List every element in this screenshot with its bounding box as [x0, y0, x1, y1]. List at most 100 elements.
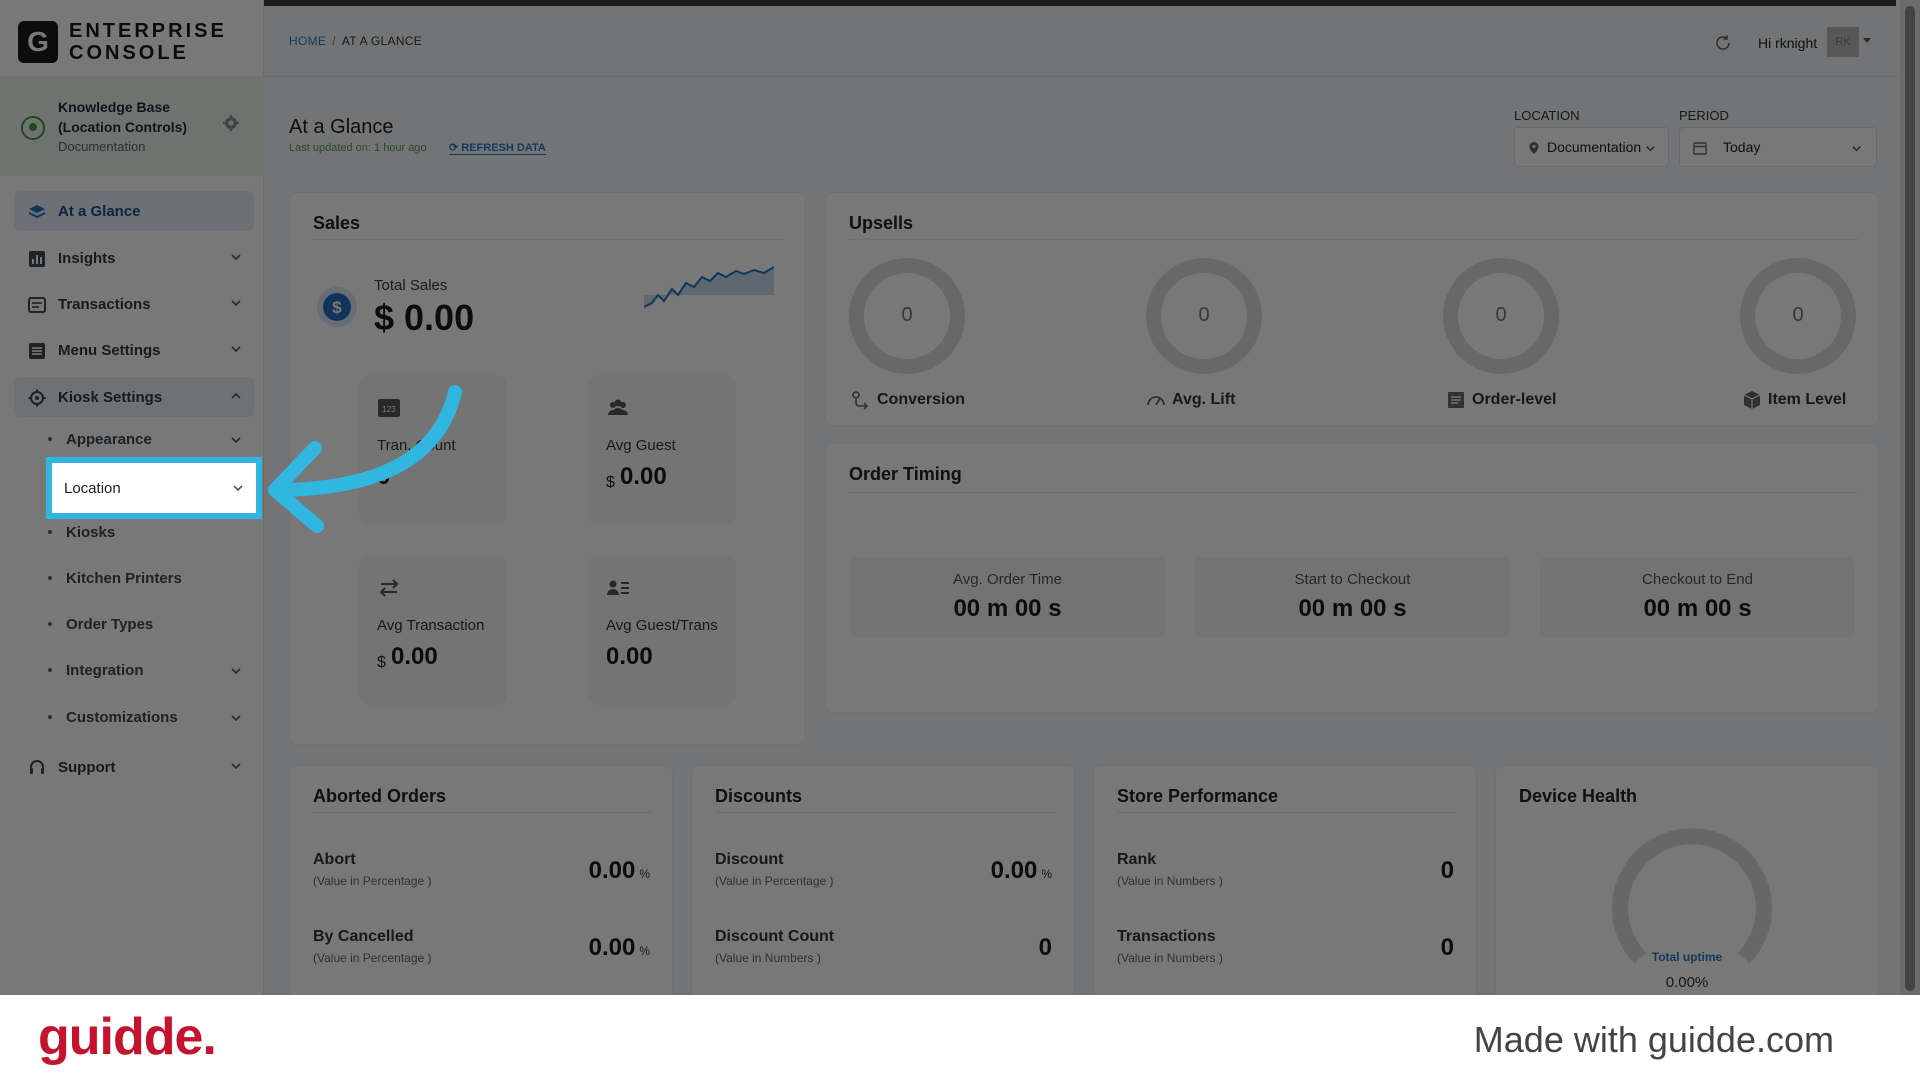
chevron-down-icon [231, 437, 241, 444]
sidebar-item-label: Insights [58, 250, 116, 267]
gear-icon [28, 389, 46, 407]
sidebar-item-kiosk-settings[interactable]: Kiosk Settings [14, 377, 254, 417]
knowledge-base-title: Knowledge Base (Location Controls) [58, 99, 188, 135]
item-level-value: 0 [1792, 304, 1804, 326]
box-icon [1743, 391, 1761, 409]
users-icon [608, 399, 628, 415]
period-filter-label: PERIOD [1679, 108, 1729, 123]
row-label: Transactions [1117, 928, 1216, 945]
refresh-icon: ⟳ [449, 142, 462, 154]
conversion-value: 0 [901, 304, 913, 326]
sidebar-subitem-integration[interactable]: Integration [46, 654, 254, 688]
sidebar-subitem-label: Location [64, 480, 121, 497]
sidebar-item-menu-settings[interactable]: Menu Settings [14, 330, 254, 370]
timing-label: Start to Checkout [1294, 571, 1411, 588]
page-scrollbar[interactable] [1900, 0, 1920, 995]
store-performance-title: Store Performance [1117, 786, 1279, 806]
period-select[interactable]: Today [1679, 127, 1877, 167]
row-value: 0.00% [589, 934, 650, 962]
order-level-label: Order-level [1472, 391, 1557, 408]
sidebar-subitem-label: Order Types [66, 616, 154, 633]
conversion-icon [852, 391, 869, 410]
row-label: Abort [313, 851, 356, 868]
breadcrumb-separator: / [332, 34, 336, 48]
location-pin-icon [21, 116, 45, 140]
sidebar-item-insights[interactable]: Insights [14, 238, 254, 278]
refresh-data-label: REFRESH DATA [461, 142, 546, 154]
logo-line-2: CONSOLE [69, 42, 189, 64]
caret-down-icon[interactable] [1863, 38, 1871, 43]
speedometer-icon [1147, 396, 1165, 406]
row-value-number: 0 [1038, 934, 1052, 961]
chevron-down-icon [233, 485, 243, 492]
sidebar-subitem-appearance[interactable]: Appearance [46, 423, 254, 457]
headset-icon [30, 760, 44, 774]
row-value: 0.00% [589, 857, 650, 885]
row-value: 0 [1441, 934, 1454, 962]
bullet [48, 576, 52, 580]
sidebar-item-support[interactable]: Support [14, 747, 254, 787]
divider [313, 239, 785, 240]
menu-icon [29, 343, 45, 359]
timing-start-to-checkout: Start to Checkout 00 m 00 s [1195, 557, 1510, 637]
row-sub: (Value in Percentage ) [313, 951, 432, 965]
metric-value: 0.00 [391, 643, 438, 670]
chevron-down-icon [231, 763, 241, 770]
avatar[interactable]: RK [1827, 27, 1859, 57]
metric-label: Avg Transaction [377, 617, 485, 634]
logo-mark: G [18, 21, 58, 63]
refresh-icon[interactable] [1714, 34, 1732, 52]
row-value-unit: % [1041, 867, 1052, 881]
bullet [48, 622, 52, 626]
divider [313, 812, 652, 813]
row-value-number: 0.00 [588, 857, 636, 884]
chevron-down-icon [1646, 146, 1655, 152]
upsells-card: Upsells 0 Conversion 0 Avg. Lift 0 Order… [825, 192, 1879, 426]
sidebar-subitem-label: Integration [66, 662, 144, 679]
metric-value: 0.00 [620, 463, 667, 490]
avg-lift-label: Avg. Lift [1172, 391, 1236, 408]
uptime-label: Total uptime [1651, 950, 1723, 964]
breadcrumb-current: AT A GLANCE [341, 34, 423, 48]
order-timing-title: Order Timing [849, 464, 962, 484]
chevron-down-icon [231, 346, 241, 353]
row-value-number: 0.00 [990, 857, 1038, 884]
sidebar-subitem-kiosks[interactable]: Kiosks [46, 516, 254, 550]
chevron-up-icon [231, 392, 241, 399]
made-with-text: Made with guidde.com [1473, 1019, 1834, 1060]
location-select-value: Documentation [1547, 139, 1642, 155]
sidebar-subitem-customizations[interactable]: Customizations [46, 701, 254, 735]
row-sub: (Value in Numbers ) [1117, 951, 1223, 965]
divider [849, 492, 1858, 493]
divider [849, 239, 1858, 240]
refresh-data-link[interactable]: ⟳ REFRESH DATA [449, 141, 546, 155]
last-updated: Last updated on: 1 hour ago [289, 142, 427, 154]
location-pin-icon [1529, 142, 1539, 154]
guidde-logo: guidde. [38, 1008, 217, 1066]
breadcrumb-home[interactable]: HOME [289, 34, 326, 48]
user-greeting: Hi rknight [1758, 35, 1818, 51]
app-logo[interactable]: G ENTERPRISE CONSOLE [18, 20, 227, 64]
pointer-arrow-icon [268, 385, 462, 533]
sales-sparkline [644, 266, 774, 308]
location-select[interactable]: Documentation [1514, 127, 1669, 167]
gear-icon[interactable] [222, 114, 240, 132]
conversion-label: Conversion [877, 391, 966, 408]
discounts-title: Discounts [715, 786, 803, 806]
sidebar-subitem-location[interactable]: Location [46, 457, 262, 519]
total-sales-value: $ 0.00 [374, 297, 475, 338]
period-select-value: Today [1723, 139, 1761, 155]
order-timing-card: Order Timing Avg. Order Time 00 m 00 s S… [825, 443, 1879, 713]
sidebar-subitem-order-types[interactable]: Order Types [46, 608, 254, 642]
sidebar-subitem-kitchen-printers[interactable]: Kitchen Printers [46, 562, 254, 596]
chart-icon [29, 251, 45, 267]
sidebar-item-transactions[interactable]: Transactions [14, 284, 254, 324]
metric-label: Avg Guest/Trans [606, 617, 718, 634]
receipt-icon [1448, 392, 1464, 408]
svg-text:$: $ [332, 298, 342, 317]
footer-bar: guidde. Made with guidde.com [0, 995, 1920, 1080]
swap-arrows-icon [379, 579, 399, 597]
store-performance-card: Store Performance Rank (Value in Numbers… [1093, 765, 1477, 995]
sidebar-item-at-a-glance[interactable]: At a Glance [14, 191, 254, 231]
scrollbar-thumb[interactable] [1905, 6, 1915, 991]
